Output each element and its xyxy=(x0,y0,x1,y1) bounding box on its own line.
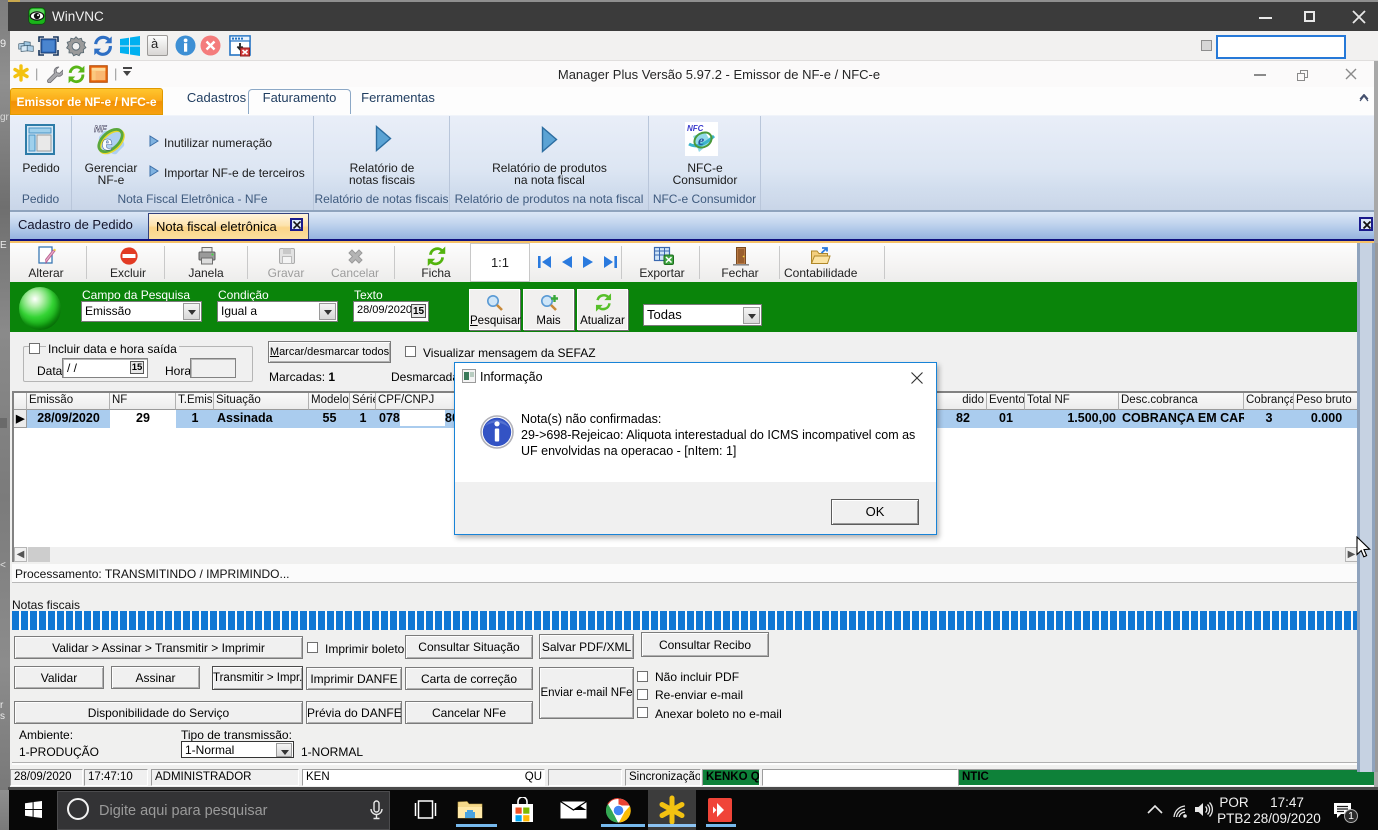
svg-text:e: e xyxy=(698,134,704,149)
svg-text:NF: NF xyxy=(94,124,107,135)
svg-text:NFC: NFC xyxy=(687,124,704,133)
